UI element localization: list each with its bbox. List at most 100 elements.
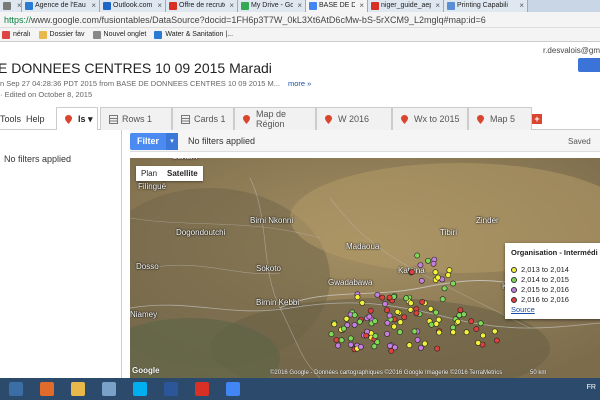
tab-close-icon[interactable]: ×: [17, 0, 21, 12]
browser-tab[interactable]: My Drive - Google ×: [238, 0, 306, 12]
browser-tab[interactable]: Agence de l'Eau ×: [22, 0, 100, 12]
tab-close-icon[interactable]: ×: [157, 0, 162, 12]
data-point-marker[interactable]: [425, 257, 431, 264]
more-link[interactable]: more »: [288, 79, 311, 88]
view-tab[interactable]: Map 5: [468, 107, 532, 130]
data-point-marker[interactable]: [414, 336, 421, 343]
data-point-marker[interactable]: [427, 305, 434, 312]
data-point-marker[interactable]: [384, 330, 390, 337]
data-point-marker[interactable]: [441, 285, 448, 292]
bookmark-item[interactable]: Water & Sanitation |...: [154, 30, 233, 39]
taskbar-app-button[interactable]: [126, 379, 154, 399]
view-tab[interactable]: ls ▾: [56, 107, 98, 131]
data-point-marker[interactable]: [343, 315, 350, 322]
view-tab[interactable]: Rows 1: [100, 107, 172, 130]
data-point-marker[interactable]: [413, 310, 420, 317]
data-point-marker[interactable]: [347, 335, 354, 342]
data-point-marker[interactable]: [367, 307, 374, 314]
view-tab[interactable]: Cards 1: [172, 107, 234, 130]
data-point-marker[interactable]: [363, 332, 370, 339]
data-point-marker[interactable]: [386, 294, 393, 301]
legend-source-link[interactable]: Source: [511, 305, 535, 314]
browser-tab[interactable]: niger_guide_aep ×: [368, 0, 444, 12]
browser-tab[interactable]: guid×: [0, 0, 22, 12]
taskbar-app-button[interactable]: [95, 379, 123, 399]
taskbar-app-button[interactable]: [157, 379, 185, 399]
data-point-marker[interactable]: [468, 318, 475, 325]
data-point-marker[interactable]: [356, 318, 363, 325]
data-point-marker[interactable]: [432, 269, 439, 276]
data-point-marker[interactable]: [407, 300, 414, 306]
tab-close-icon[interactable]: ×: [359, 0, 364, 12]
data-point-marker[interactable]: [433, 309, 439, 316]
data-point-marker[interactable]: [411, 328, 418, 335]
browser-tab[interactable]: Outlook.com - ro ×: [100, 0, 166, 12]
address-bar[interactable]: https://www.google.com/fusiontables/Data…: [0, 12, 600, 28]
data-point-marker[interactable]: [421, 340, 428, 347]
data-point-marker[interactable]: [491, 328, 498, 335]
data-point-marker[interactable]: [434, 345, 441, 352]
data-point-marker[interactable]: [493, 337, 500, 344]
data-point-marker[interactable]: [401, 314, 408, 320]
data-point-marker[interactable]: [386, 312, 393, 319]
data-point-marker[interactable]: [450, 324, 456, 331]
browser-tab[interactable]: BASE DE DONNE ×: [306, 0, 368, 12]
taskbar-app-button[interactable]: [188, 379, 216, 399]
data-point-marker[interactable]: [417, 262, 424, 268]
data-point-marker[interactable]: [333, 336, 340, 343]
data-point-marker[interactable]: [351, 312, 358, 318]
data-point-marker[interactable]: [406, 342, 413, 349]
data-point-marker[interactable]: [409, 269, 415, 275]
data-point-marker[interactable]: [428, 321, 435, 328]
data-point-marker[interactable]: [418, 277, 425, 284]
tab-close-icon[interactable]: ×: [297, 0, 302, 12]
data-point-marker[interactable]: [419, 298, 426, 305]
browser-tab[interactable]: Offre de recrutem ×: [166, 0, 238, 12]
data-point-marker[interactable]: [394, 308, 401, 315]
data-point-marker[interactable]: [359, 299, 366, 306]
tab-close-icon[interactable]: ×: [91, 0, 96, 12]
data-point-marker[interactable]: [450, 329, 457, 336]
data-point-marker[interactable]: [456, 312, 463, 319]
data-point-marker[interactable]: [328, 331, 335, 337]
data-point-marker[interactable]: [372, 333, 379, 339]
bookmark-item[interactable]: néralı: [2, 30, 31, 39]
data-point-marker[interactable]: [403, 295, 410, 302]
tab-close-icon[interactable]: ×: [435, 0, 440, 12]
menu-help[interactable]: Help: [26, 114, 45, 124]
data-point-marker[interactable]: [473, 326, 480, 332]
share-button[interactable]: [578, 58, 600, 72]
taskbar-app-button[interactable]: [33, 379, 61, 399]
menu-tools[interactable]: Tools: [0, 114, 21, 124]
data-point-marker[interactable]: [417, 344, 424, 351]
data-point-marker[interactable]: [414, 252, 421, 259]
tab-close-icon[interactable]: ×: [229, 0, 234, 12]
view-tab[interactable]: Wx to 2015: [392, 107, 468, 130]
data-point-marker[interactable]: [382, 301, 388, 307]
data-point-marker[interactable]: [455, 318, 461, 325]
language-indicator[interactable]: FR: [587, 384, 596, 391]
taskbar-app-button[interactable]: [2, 379, 30, 399]
data-point-marker[interactable]: [477, 320, 484, 327]
data-point-marker[interactable]: [480, 332, 486, 339]
data-point-marker[interactable]: [384, 319, 391, 326]
data-point-marker[interactable]: [388, 348, 395, 354]
data-point-marker[interactable]: [384, 307, 390, 313]
data-point-marker[interactable]: [475, 339, 481, 346]
data-point-marker[interactable]: [463, 329, 470, 336]
view-tab[interactable]: Map de Région: [234, 107, 316, 130]
data-point-marker[interactable]: [351, 321, 358, 328]
data-point-marker[interactable]: [433, 320, 440, 327]
data-point-marker[interactable]: [397, 319, 404, 326]
data-point-marker[interactable]: [450, 280, 456, 287]
bookmark-item[interactable]: Nouvel onglet: [92, 30, 146, 39]
data-point-marker[interactable]: [357, 343, 364, 350]
filter-dropdown-icon[interactable]: ▾: [166, 133, 178, 150]
taskbar-app-button[interactable]: [64, 379, 92, 399]
data-point-marker[interactable]: [340, 325, 347, 332]
add-tab-button[interactable]: +: [532, 114, 542, 124]
data-point-marker[interactable]: [457, 307, 464, 313]
data-point-marker[interactable]: [379, 294, 386, 301]
data-point-marker[interactable]: [374, 339, 381, 345]
data-point-marker[interactable]: [391, 323, 397, 330]
